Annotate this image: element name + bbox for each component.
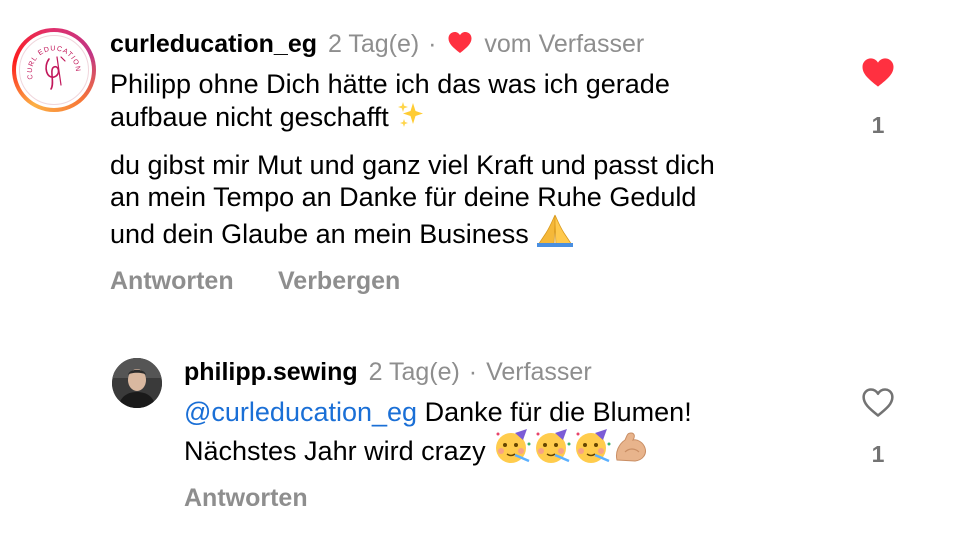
partying-face-emoji [533,428,573,471]
commenter-username[interactable]: curleducation_eg [110,30,317,58]
comment-text: Philipp ohne Dich hätte ich das was ich … [110,68,715,254]
comment-meta: curleducation_eg 2 Tag(e) · vom Verfasse… [110,29,644,61]
reply-text: @curleducation_eg Danke für die Blumen! … [184,396,692,471]
curl-education-logo: CURL EDUCATION [27,45,81,90]
comment-line: an mein Tempo an Danke für deine Ruhe Ge… [110,182,697,212]
comment-time: 2 Tag(e) [327,30,420,58]
folded-hands-emoji [536,213,574,254]
partying-face-emoji [573,428,613,471]
reply-button[interactable]: Antworten [110,266,234,296]
hide-button[interactable]: Verbergen [278,266,400,296]
reply-to-reply-button[interactable]: Antworten [184,483,308,513]
author-label: Verfasser [486,358,592,386]
comment-thread: CURL EDUCATION curleducation_eg 2 Tag(e)… [0,0,954,550]
reply-username[interactable]: philipp.sewing [184,358,358,386]
comment-like-heart-icon[interactable] [861,57,895,93]
reply-time: 2 Tag(e) [368,358,460,386]
comment-line: Philipp ohne Dich hätte ich das was ich … [110,69,670,99]
reply-like-count: 1 [871,441,885,467]
commenter-avatar[interactable]: CURL EDUCATION [12,28,96,112]
meta-separator: · [428,30,437,58]
reply-avatar[interactable] [112,358,162,408]
flexed-biceps-emoji [613,430,651,471]
partying-face-emoji [493,428,533,471]
reply-line: Nächstes Jahr wird crazy [184,428,692,471]
reply-like-heart-outline-icon[interactable] [861,387,895,423]
comment-like-count: 1 [871,112,885,138]
author-liked-heart-icon [447,31,473,61]
reply-line: @curleducation_eg Danke für die Blumen! [184,397,692,427]
liked-by-author-label: vom Verfasser [484,30,645,58]
comment-line: und dein Glaube an mein Business [110,213,715,254]
svg-text:CURL EDUCATION: CURL EDUCATION [27,45,81,80]
comment-line: du gibst mir Mut und ganz viel Kraft und… [110,150,715,180]
comment-line: aufbaue nicht geschafft [110,100,715,137]
reply-meta: philipp.sewing 2 Tag(e) · Verfasser [184,357,592,387]
sparkles-emoji [396,100,426,137]
meta-separator: · [468,358,478,386]
mention-link[interactable]: @curleducation_eg [184,397,417,427]
